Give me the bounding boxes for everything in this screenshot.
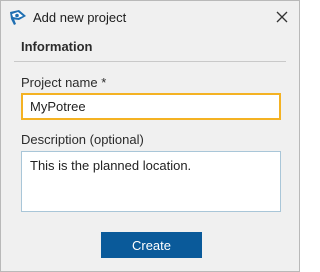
dialog-titlebar: Add new project [1,1,299,35]
add-project-dialog: Add new project Information Project name… [0,0,300,272]
section-divider [14,61,286,62]
close-icon[interactable] [273,7,291,27]
dialog-title: Add new project [33,10,127,25]
project-name-label: Project name * [21,75,107,90]
section-title-information: Information [21,39,93,54]
create-button[interactable]: Create [101,232,202,258]
potree-logo-icon [8,9,28,27]
description-textarea[interactable]: This is the planned location. [21,151,281,212]
project-name-input[interactable] [21,93,281,120]
description-label: Description (optional) [21,132,144,147]
